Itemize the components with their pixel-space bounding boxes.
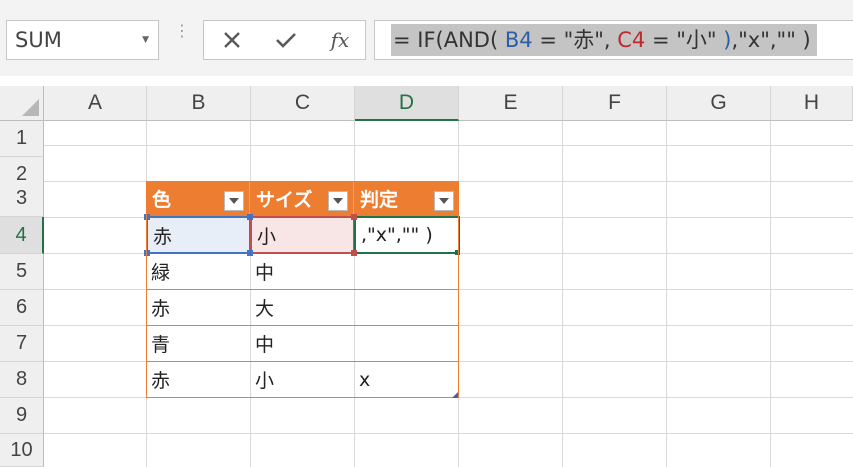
chevron-down-icon[interactable]: ▼ [142,35,149,45]
column-header-e[interactable]: E [459,86,563,121]
drag-handle-icon[interactable]: ⋮ [174,23,190,53]
row-header-9[interactable]: 9 [0,398,44,434]
insert-function-button[interactable]: fx [320,21,360,59]
formula-part: = IF(AND( [393,28,505,52]
row-header-7[interactable]: 7 [0,326,44,362]
formula-text: = IF(AND( B4 = "赤", C4 = "小" ),"x","" ) [391,24,817,56]
empty-cells-rows-1-2[interactable] [44,121,853,181]
column-header-h[interactable]: H [771,86,853,121]
formula-part: = "赤", [532,28,618,52]
fx-icon: fx [330,28,350,52]
select-all-icon [22,99,39,116]
select-all-button[interactable] [0,86,44,121]
row-header-8[interactable]: 8 [0,362,44,398]
column-header-g[interactable]: G [667,86,771,121]
formula-buttons: fx [203,20,366,60]
column-header-b[interactable]: B [147,86,251,121]
formula-ref-c4: C4 [617,28,646,52]
formula-part: ,"x","" ) [731,28,811,52]
name-box-value: SUM [15,28,62,52]
row-header-10[interactable]: 10 [0,434,44,467]
row-header-5[interactable]: 5 [0,254,44,290]
row-header-1[interactable]: 1 [0,121,44,157]
name-box[interactable]: SUM ▼ [6,20,159,60]
row-header-4[interactable]: 4 [0,217,44,254]
enter-button[interactable] [266,21,306,59]
gridline [44,433,853,434]
formula-ref-b4: B4 [504,28,533,52]
column-header-a[interactable]: A [44,86,147,121]
column-header-c[interactable]: C [251,86,355,121]
close-icon [224,32,240,48]
formula-part: = "小" [645,28,724,52]
table-border [146,181,459,398]
row-header-3[interactable]: 3 [0,181,44,217]
formula-input[interactable]: = IF(AND( B4 = "赤", C4 = "小" ),"x","" ) [374,20,853,60]
table-resize-icon[interactable] [452,392,458,398]
cancel-button[interactable] [212,21,252,59]
row-header-6[interactable]: 6 [0,290,44,326]
column-header-d[interactable]: D [355,86,459,121]
column-header-f[interactable]: F [563,86,667,121]
checkmark-icon [276,33,296,48]
